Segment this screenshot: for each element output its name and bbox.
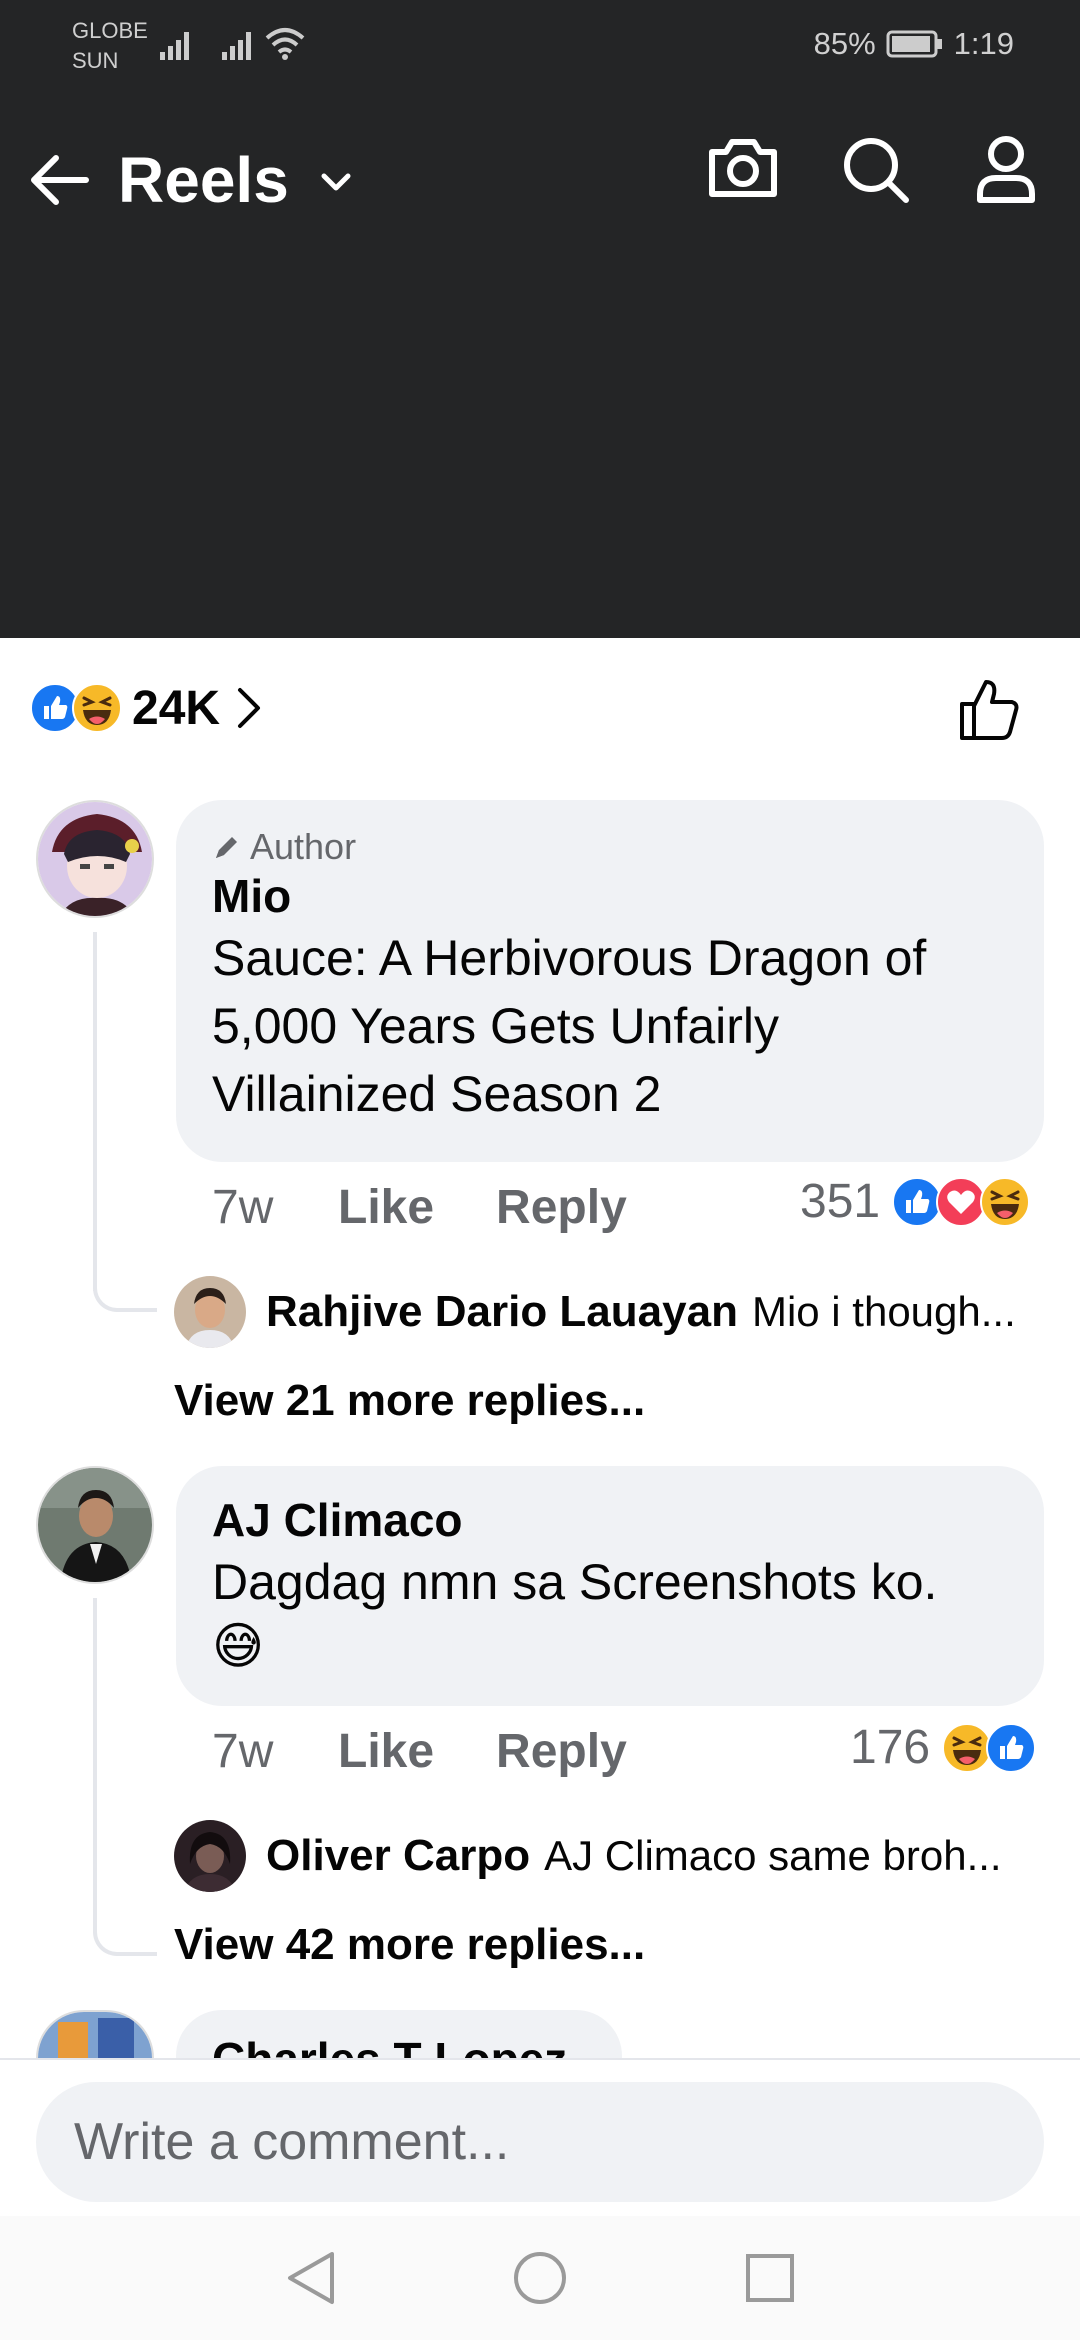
thread-connector [93,932,157,1312]
view-more-replies[interactable]: View 42 more replies... [174,1920,645,1970]
chevron-down-icon[interactable] [318,170,354,194]
comment-actions: 7w Like Reply [212,1724,689,1779]
comment-author-name[interactable]: Mio [212,868,1008,924]
recents-nav-icon[interactable] [742,2248,798,2308]
clock: 1:19 [953,26,1014,61]
like-outline-icon[interactable] [956,676,1022,742]
love-icon [936,1176,987,1227]
system-nav-bar [0,2216,1080,2340]
comment-bubble[interactable]: AJ Climaco Dagdag nmn sa Screenshots ko.… [176,1466,1044,1706]
back-arrow-icon[interactable] [26,150,92,210]
battery-icon [886,30,942,58]
comment-author-name[interactable]: AJ Climaco [212,1492,1008,1548]
profile-icon[interactable] [974,134,1038,204]
status-right: 85% 1:19 [814,26,1014,62]
page-title[interactable]: Reels [118,144,289,216]
avatar [174,1276,246,1348]
reel-video-area[interactable] [0,0,1080,638]
chevron-right-icon [238,688,261,728]
like-button[interactable]: Like [338,1724,434,1779]
search-icon[interactable] [840,134,912,206]
carrier-label-1: GLOBE [72,18,148,43]
reply-author-name: Rahjive Dario Lauayan [266,1287,738,1336]
view-more-replies[interactable]: View 21 more replies... [174,1376,645,1426]
comment-time: 7w [212,1181,274,1234]
comment-composer [0,2058,1080,2216]
comment-input[interactable] [36,2082,1044,2202]
signal-icon-2 [222,32,251,60]
avatar[interactable] [36,1466,154,1584]
carrier-label-2: SUN [72,48,119,73]
avatar [174,1820,246,1892]
reels-header: Reels [0,120,1080,240]
comment-text: Dagdag nmn sa Screenshots ko. [212,1554,938,1610]
wifi-icon [265,28,305,60]
comment-bubble[interactable]: Author Mio Sauce: A Herbivorous Dragon o… [176,800,1044,1162]
reactions-summary[interactable]: 24K [30,676,262,740]
author-tag-label: Author [250,826,357,867]
reply-text: AJ Climaco same broh... [544,1832,1002,1879]
haha-icon [980,1176,1031,1227]
comment-reaction-count: 351 [800,1175,881,1228]
reply-button[interactable]: Reply [496,1724,627,1779]
comment-reactions[interactable]: 351 [800,1174,1031,1229]
author-tag: Author [212,826,1008,868]
reply-author-name: Oliver Carpo [266,1831,531,1880]
camera-icon[interactable] [706,134,780,200]
comment-actions: 7w Like Reply [212,1180,689,1235]
haha-icon [942,1722,993,1773]
comment-time: 7w [212,1725,274,1778]
comment-reaction-count: 176 [850,1721,931,1774]
thread-connector [93,1598,157,1956]
home-nav-icon[interactable] [510,2248,570,2308]
reply-preview[interactable]: Oliver Carpo AJ Climaco same broh... [174,1820,1002,1892]
reaction-count: 24K [132,681,221,735]
reply-text: Mio i though... [751,1288,1016,1335]
signal-icon [160,32,189,60]
reply-preview[interactable]: Rahjive Dario Lauayan Mio i though... [174,1276,1016,1348]
status-bar: GLOBE SUN 85% 1:19 [0,0,1080,90]
comment-text: Sauce: A Herbivorous Dragon of 5,000 Yea… [212,930,927,1122]
like-icon [986,1722,1037,1773]
back-nav-icon[interactable] [282,2248,340,2308]
pencil-icon [216,837,237,858]
like-button[interactable]: Like [338,1180,434,1235]
reply-button[interactable]: Reply [496,1180,627,1235]
comment-reactions[interactable]: 176 [850,1720,1037,1775]
avatar[interactable] [36,800,154,918]
comment-emoji: 😅 [212,1618,265,1674]
thread-line [93,1290,97,1291]
like-icon [892,1176,943,1227]
battery-percent: 85% [813,26,876,61]
avatar[interactable] [36,2010,154,2058]
haha-icon [72,683,122,733]
